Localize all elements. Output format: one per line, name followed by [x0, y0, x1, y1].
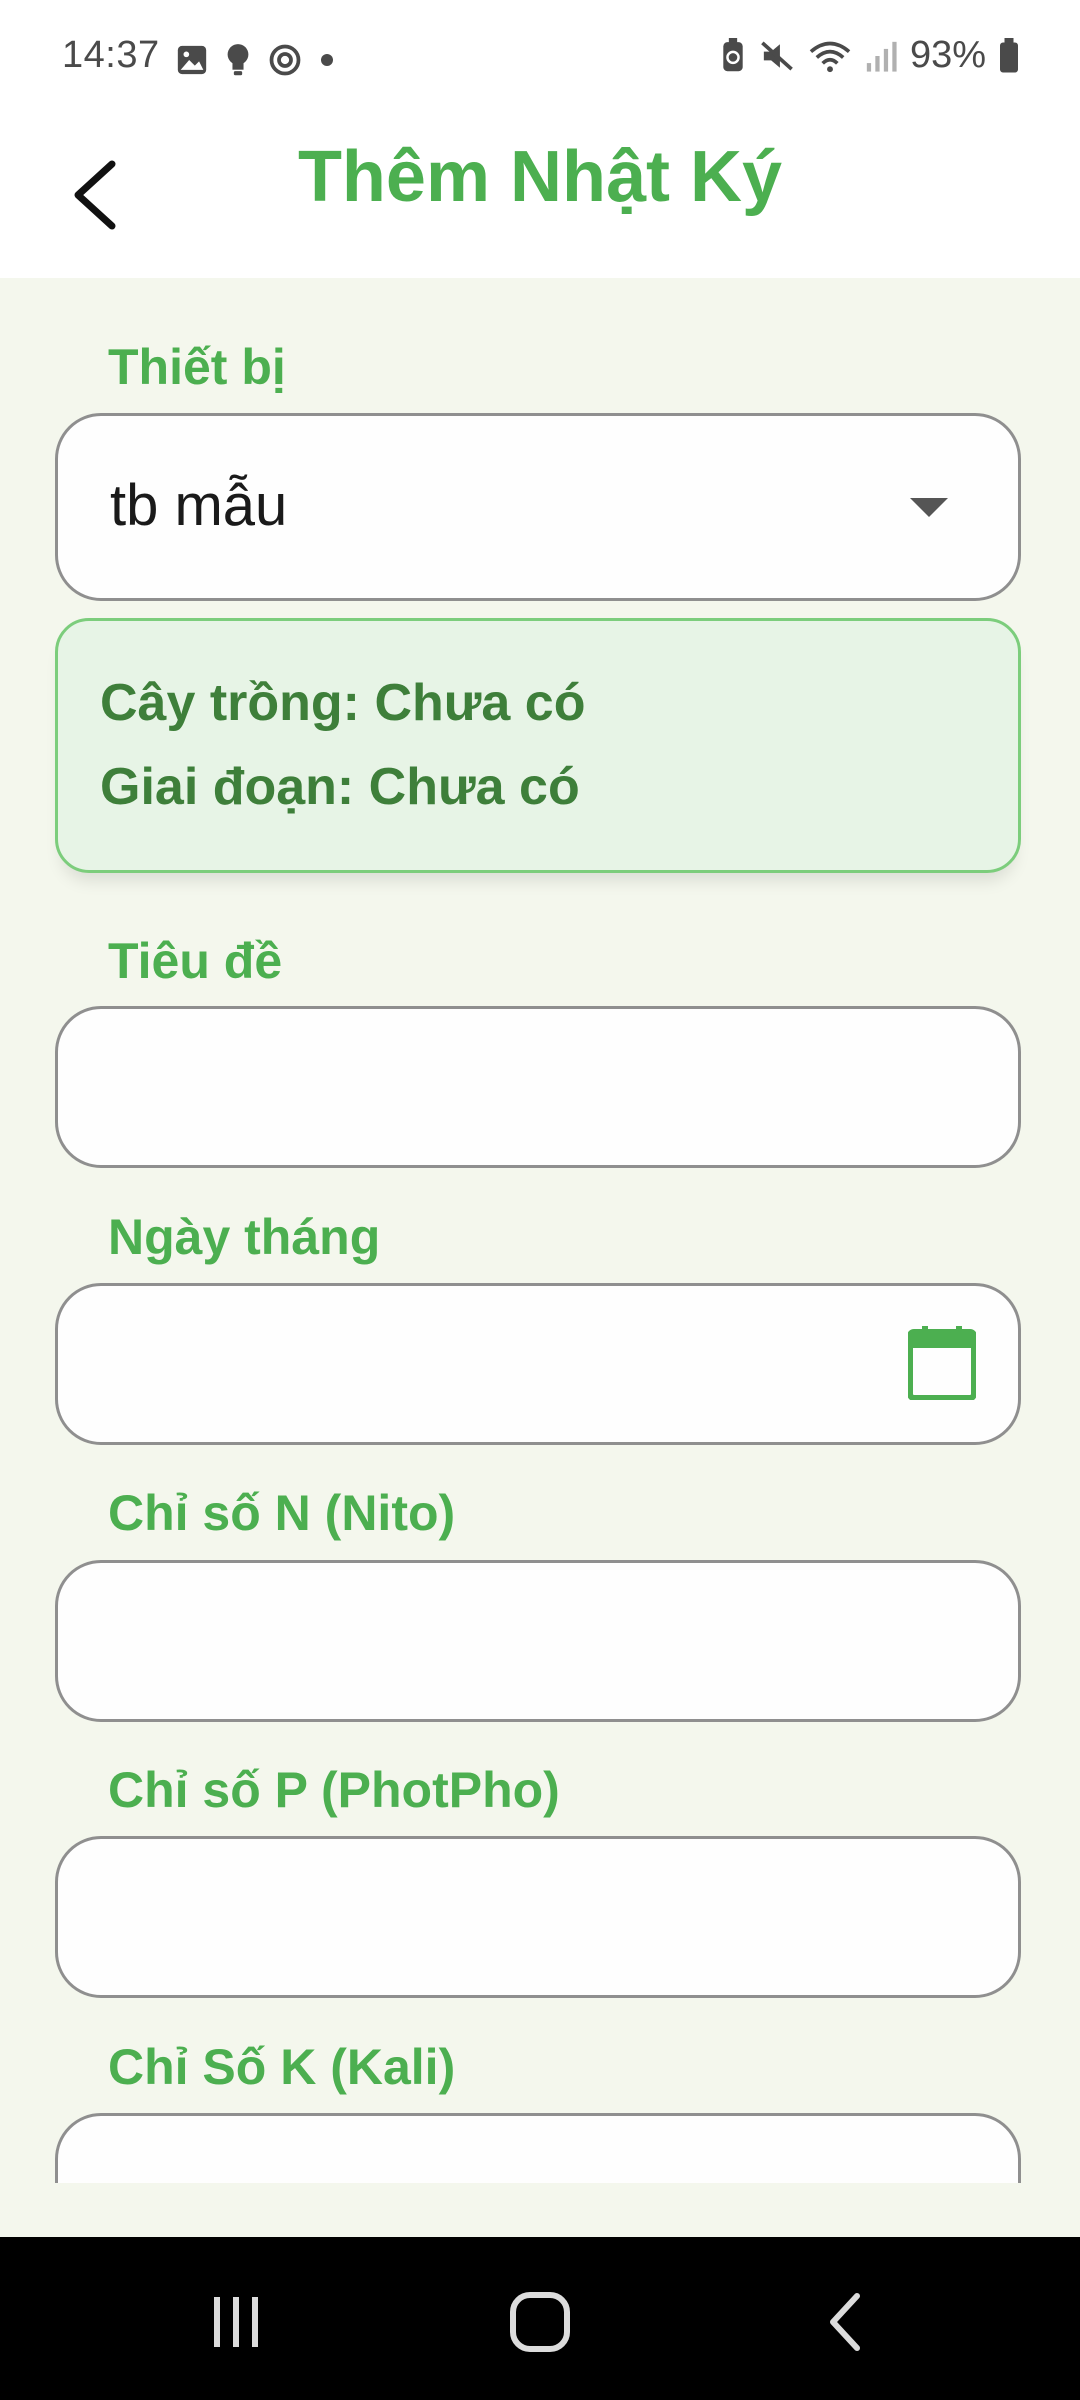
crop-info-card: Cây trồng: Chưa có Giai đoạn: Chưa có — [55, 618, 1021, 873]
status-left-icons — [175, 42, 337, 78]
crop-text: Cây trồng: Chưa có — [100, 674, 586, 732]
dot-icon — [321, 54, 333, 66]
screen: 14:37 93% Thêm Nhật Ký Thiết bị tb mẫu C… — [0, 0, 1080, 2400]
mute-icon — [761, 40, 793, 71]
p-label: Chỉ số P (PhotPho) — [108, 1762, 560, 1818]
app-bar: Thêm Nhật Ký — [0, 120, 1080, 278]
recent-apps-button[interactable] — [196, 2287, 276, 2357]
device-selected-value: tb mẫu — [110, 473, 288, 538]
form-content: Thiết bị tb mẫu Cây trồng: Chưa có Giai … — [0, 278, 1080, 2183]
p-input[interactable] — [55, 1836, 1021, 1998]
signal-icon — [866, 41, 897, 72]
n-input[interactable] — [55, 1560, 1021, 1722]
date-label: Ngày tháng — [108, 1209, 381, 1265]
date-input[interactable] — [55, 1283, 1021, 1445]
recent-apps-icon — [214, 2297, 258, 2347]
home-button[interactable] — [500, 2287, 580, 2357]
device-label: Thiết bị — [108, 339, 286, 395]
status-bar: 14:37 93% — [0, 0, 1080, 120]
device-dropdown[interactable]: tb mẫu — [55, 413, 1021, 601]
k-label: Chỉ Số K (Kali) — [108, 2039, 456, 2095]
bulb-icon — [227, 44, 249, 76]
nav-back-button[interactable] — [805, 2287, 885, 2357]
image-icon — [177, 45, 207, 75]
page-title: Thêm Nhật Ký — [297, 137, 783, 217]
battery-saver-icon — [723, 37, 743, 71]
nav-back-icon — [830, 2293, 860, 2351]
k-input[interactable] — [55, 2113, 1021, 2183]
stage-text: Giai đoạn: Chưa có — [100, 758, 580, 816]
status-time: 14:37 — [62, 34, 160, 76]
n-label: Chỉ số N (Nito) — [108, 1485, 456, 1541]
sync-icon — [269, 44, 301, 76]
navigation-bar — [0, 2237, 1080, 2400]
title-label: Tiêu đề — [108, 933, 283, 989]
wifi-icon — [809, 41, 851, 72]
calendar-icon[interactable] — [908, 1326, 976, 1400]
dropdown-arrow-icon — [910, 498, 948, 517]
status-right: 93% — [720, 34, 1020, 77]
home-icon — [510, 2292, 570, 2352]
battery-percent: 93% — [909, 34, 986, 76]
battery-icon — [1000, 37, 1018, 72]
title-input[interactable] — [55, 1006, 1021, 1168]
